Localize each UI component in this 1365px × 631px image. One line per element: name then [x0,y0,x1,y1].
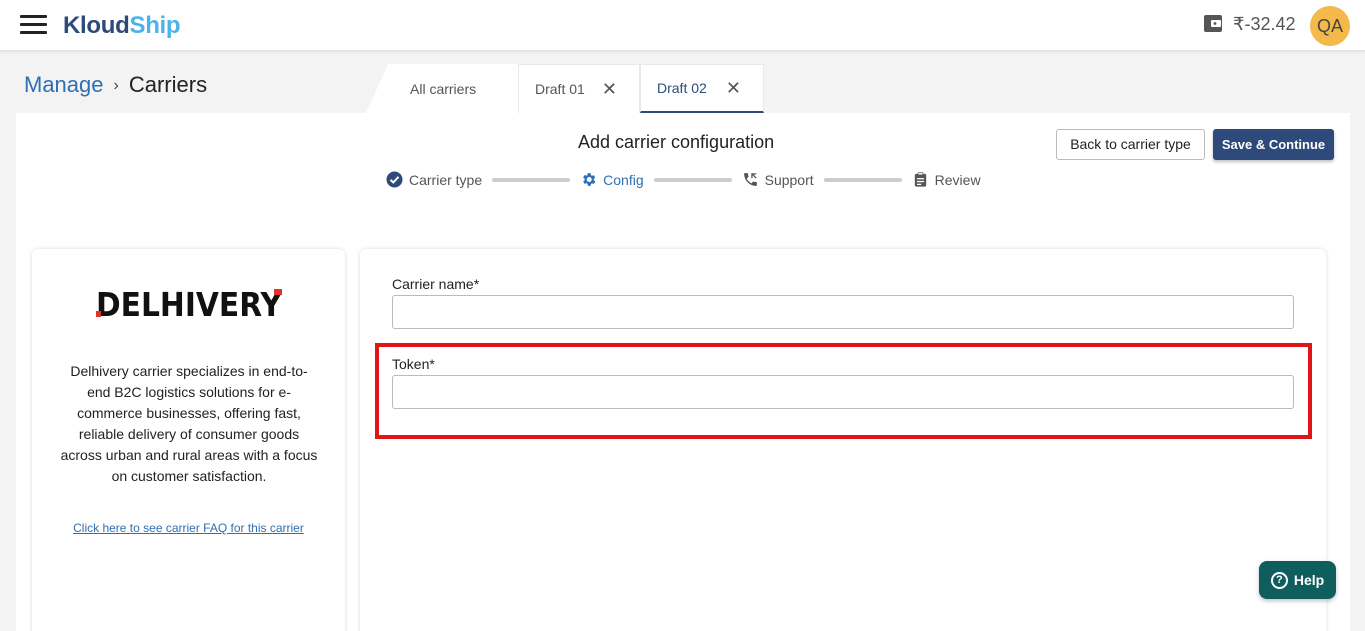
menu-icon[interactable] [20,15,47,35]
step-connector [492,177,571,182]
tab-draft-01[interactable]: Draft 01 ✕ [518,64,640,113]
delhivery-logo: DELHIVERY [96,287,282,321]
main-panel: Add carrier configuration Back to carrie… [16,113,1350,631]
tab-bar: All carriers Draft 01 ✕ Draft 02 ✕ [366,64,764,113]
carrier-info-card: DELHIVERY Delhivery carrier specializes … [32,249,345,631]
top-bar: KloudShip ₹-32.42 QA [0,0,1365,51]
wallet-icon [1204,15,1222,32]
close-icon[interactable]: ✕ [726,79,741,97]
carrier-faq-link[interactable]: Click here to see carrier FAQ for this c… [32,521,345,535]
carrier-name-input[interactable] [392,295,1294,329]
token-label: Token* [392,356,435,372]
question-icon: ? [1270,571,1288,589]
check-circle-icon [386,171,403,188]
carrier-name-label: Carrier name* [392,276,480,292]
page-title: Add carrier configuration [578,132,775,152]
phone-icon [743,173,757,186]
gear-icon [583,173,596,186]
step-review[interactable]: Review [912,171,981,188]
carrier-config-form: Carrier name* Token* [360,249,1326,631]
step-carrier-type[interactable]: Carrier type [386,171,482,188]
avatar[interactable]: QA [1310,6,1350,46]
wallet-balance: ₹-32.42 [1233,14,1296,34]
close-icon[interactable]: ✕ [602,80,617,98]
step-connector [823,177,902,182]
step-config[interactable]: Config [580,171,644,188]
chevron-right-icon: › [113,77,119,94]
back-to-carrier-type-button[interactable]: Back to carrier type [1056,129,1205,160]
breadcrumb-current: Carriers [128,72,208,97]
save-and-continue-button[interactable]: Save & Continue [1213,129,1334,160]
carrier-description: Delhivery carrier specializes in end-to-… [60,363,318,484]
tab-all-carriers[interactable]: All carriers [366,64,518,113]
stepper: Carrier type Config Support Review [386,171,981,188]
step-connector [653,177,732,182]
breadcrumb: Manage › Carriers [24,72,207,98]
step-support[interactable]: Support [742,171,814,188]
token-input[interactable] [392,375,1294,409]
tab-draft-02[interactable]: Draft 02 ✕ [640,64,764,113]
kloudship-logo[interactable]: KloudShip [63,12,181,40]
breadcrumb-manage-link[interactable]: Manage [24,72,104,97]
help-button[interactable]: ? Help [1259,561,1336,599]
svg-text:DELHIVERY: DELHIVERY [96,287,282,321]
clipboard-icon [914,172,926,187]
